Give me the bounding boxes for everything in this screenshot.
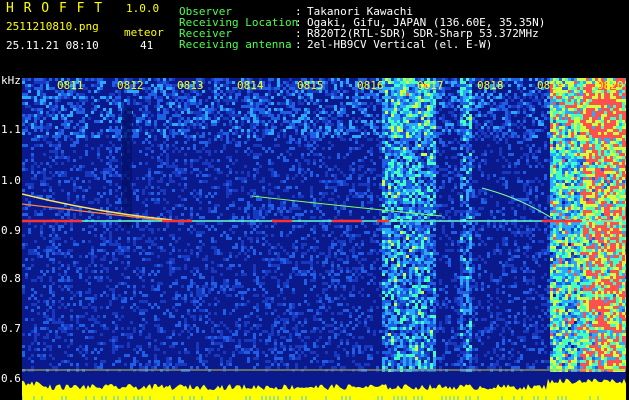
info-sep: :: [295, 38, 302, 51]
meteor-count: 41: [140, 39, 154, 52]
filename-label: 2511210810.png: [6, 20, 99, 33]
app-version: 1.0.0: [126, 2, 160, 15]
meteor-label: meteor: [124, 26, 164, 39]
x-tick-label: 0818: [477, 79, 504, 92]
header-panel: H R O F F T 1.0.0 2511210810.png meteor …: [0, 0, 629, 78]
y-tick-label: 0.6: [1, 372, 21, 385]
y-tick-label: 0.8: [1, 272, 21, 285]
x-tick-label: 0816: [357, 79, 384, 92]
spectrogram-svg: [22, 78, 626, 400]
x-tick-label: 0819: [537, 79, 564, 92]
x-tick-label: 0811: [57, 79, 84, 92]
dark-streak: [122, 108, 132, 228]
app-logo: H R O F F T: [6, 1, 104, 16]
info-key-antenna: Receiving antenna: [179, 38, 292, 51]
x-tick-label: 0813: [177, 79, 204, 92]
x-tick-label: 0817: [417, 79, 444, 92]
datetime-label: 25.11.21 08:10: [6, 39, 99, 52]
x-tick-label: 0812: [117, 79, 144, 92]
y-axis-unit: kHz: [1, 74, 21, 87]
x-tick-label: 0814: [237, 79, 264, 92]
y-tick-label: 0.9: [1, 224, 21, 237]
info-value-antenna: 2el-HB9CV Vertical (el. E-W): [307, 38, 493, 51]
y-tick-label: 0.7: [1, 322, 21, 335]
spectrogram-panel: [22, 78, 626, 400]
x-tick-label: 0820: [597, 79, 624, 92]
y-tick-label: 1.0: [1, 174, 21, 187]
y-tick-label: 1.1: [1, 123, 21, 136]
x-tick-label: 0815: [297, 79, 324, 92]
